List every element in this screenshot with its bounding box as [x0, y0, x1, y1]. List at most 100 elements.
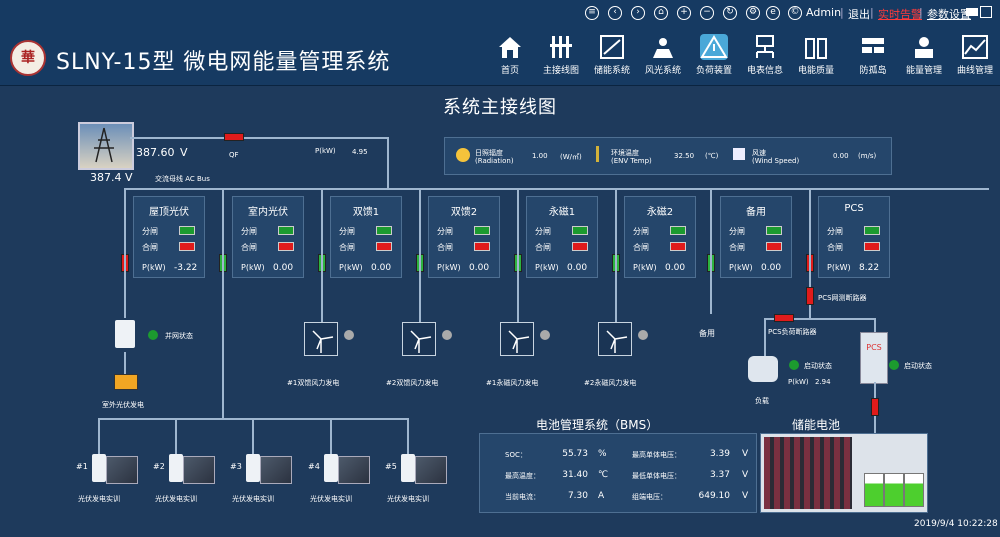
nav-meter[interactable]: 电表信息 — [740, 34, 790, 76]
env-temp-label-en: (ENV Temp) — [611, 157, 652, 165]
trainer-inverter — [401, 454, 415, 482]
power-label: P(kW) — [339, 263, 363, 272]
close-label: 合闸 — [339, 243, 355, 252]
close-indicator[interactable] — [766, 242, 782, 251]
grid-tie-label: 并网状态 — [165, 332, 193, 340]
pcs-status-label: 启动状态 — [904, 362, 932, 370]
env-temp-value: 32.50 — [674, 152, 695, 160]
home-icon[interactable]: ⌂ — [654, 6, 668, 20]
power-value: 0.00 — [469, 263, 490, 273]
nav-quality[interactable]: 电能质量 — [791, 34, 841, 76]
env-wind-unit: (m/s) — [858, 152, 877, 160]
forward-icon[interactable]: › — [631, 6, 645, 20]
minimize-icon[interactable] — [966, 8, 978, 16]
feeder-panel: 室内光伏 分闸 合闸 P(kW) 0.00 — [232, 196, 304, 278]
nav-home[interactable]: 首页 — [485, 34, 535, 76]
open-indicator[interactable] — [376, 226, 392, 235]
menu-icon[interactable]: ≡ — [585, 6, 599, 20]
pmsg2-status-led — [638, 330, 648, 340]
close-indicator[interactable] — [572, 242, 588, 251]
close-indicator[interactable] — [864, 242, 880, 251]
maximize-icon[interactable] — [980, 6, 992, 18]
feeder-name: 屋顶光伏 — [149, 207, 189, 218]
add-icon[interactable]: + — [677, 6, 691, 20]
open-indicator[interactable] — [278, 226, 294, 235]
pcs-grid-breaker[interactable] — [806, 287, 814, 305]
dfig2-label: #2双馈风力发电 — [386, 379, 439, 387]
nav-load[interactable]: 负荷装置 — [689, 34, 739, 76]
close-label: 合闸 — [729, 243, 745, 252]
bms-label: 当前电流： — [505, 493, 540, 501]
power-label: P(kW) — [142, 263, 166, 272]
copyright-icon[interactable]: © — [788, 6, 802, 20]
trainer-number: #4 — [308, 462, 320, 471]
settings-icon[interactable]: ⚙ — [746, 6, 760, 20]
close-indicator[interactable] — [179, 242, 195, 251]
nav-wiring[interactable]: 主接线图 — [536, 34, 586, 76]
open-indicator[interactable] — [572, 226, 588, 235]
pmsg2-label: #2永磁风力发电 — [584, 379, 637, 387]
settings-link[interactable]: 参数设置 — [927, 6, 971, 22]
open-indicator[interactable] — [474, 226, 490, 235]
sun-icon — [456, 148, 470, 162]
refresh-icon[interactable]: ↻ — [723, 6, 737, 20]
pmsg1-label: #1永磁风力发电 — [486, 379, 539, 387]
battery-breaker-1[interactable] — [871, 398, 879, 416]
bms-value: 649.10 — [698, 491, 731, 501]
power-label: P(kW) — [437, 263, 461, 272]
logout-link[interactable]: 退出 — [848, 6, 870, 22]
battery-cell-icon — [864, 473, 884, 507]
qf-breaker[interactable] — [224, 133, 244, 141]
remove-icon[interactable]: − — [700, 6, 714, 20]
bms-value: 7.30 — [567, 491, 588, 501]
bms-unit: % — [598, 449, 607, 459]
alarm-link[interactable]: 实时告警 — [878, 6, 922, 22]
bms-unit: V — [742, 470, 749, 480]
battery-title: 储能电池 — [792, 418, 841, 432]
battery-rack-image — [764, 437, 852, 509]
power-value: 0.00 — [761, 263, 782, 273]
ie-icon[interactable]: e — [766, 6, 780, 20]
back-icon[interactable]: ‹ — [608, 6, 622, 20]
env-radiation-label-en: (Radiation) — [475, 157, 514, 165]
grid-voltage-bottom: 387.4 V — [90, 171, 133, 184]
close-indicator[interactable] — [670, 242, 686, 251]
close-indicator[interactable] — [376, 242, 392, 251]
trainer-inverter — [92, 454, 106, 482]
env-radiation-unit: (W/㎡) — [560, 153, 582, 161]
timestamp: 2019/9/4 10:22:28 — [914, 519, 998, 529]
grid-tie-status-led — [148, 330, 158, 340]
bms-value: 31.40 — [562, 470, 588, 480]
feeder-name: 双馈2 — [450, 207, 478, 218]
nav-solar[interactable]: 风光系统 — [638, 34, 688, 76]
env-temp-unit: (℃) — [705, 152, 719, 160]
feeder-name: 双馈1 — [352, 207, 380, 218]
open-indicator[interactable] — [179, 226, 195, 235]
close-indicator[interactable] — [278, 242, 294, 251]
battery-cell-icon — [904, 473, 924, 507]
quality-icon — [802, 34, 830, 60]
power-value: 0.00 — [665, 263, 686, 273]
pcs-load-breaker[interactable] — [774, 314, 794, 322]
feeder-name: 永磁2 — [646, 207, 674, 218]
close-indicator[interactable] — [474, 242, 490, 251]
ac-bus — [125, 188, 989, 190]
grid-tie-inverter — [115, 320, 135, 348]
open-indicator[interactable] — [670, 226, 686, 235]
power-value: 8.22 — [859, 263, 880, 273]
power-label: P(kW) — [535, 263, 559, 272]
open-indicator[interactable] — [864, 226, 880, 235]
trainer-label: 光伏发电实训 — [232, 495, 274, 503]
env-wind-label-en: (Wind Speed) — [752, 157, 800, 165]
nav-anti-island[interactable]: 防孤岛 — [848, 34, 898, 76]
wind-turbine-pmsg2 — [598, 322, 632, 356]
bms-label: 最高温度： — [505, 472, 540, 480]
open-indicator[interactable] — [766, 226, 782, 235]
trainer-solar-panel — [106, 456, 138, 484]
open-label: 分闸 — [535, 227, 551, 236]
nav-energy[interactable]: 能量管理 — [899, 34, 949, 76]
nav-storage[interactable]: 储能系统 — [587, 34, 637, 76]
feeder-name: PCS — [844, 203, 864, 214]
trainer-inverter — [169, 454, 183, 482]
nav-curve[interactable]: 曲线管理 — [950, 34, 1000, 76]
